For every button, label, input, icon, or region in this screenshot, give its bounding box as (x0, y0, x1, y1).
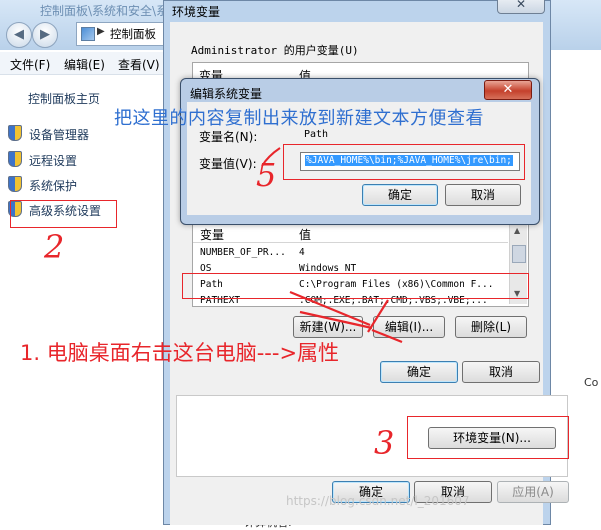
arrow-to-edit-icon (371, 328, 403, 344)
arrow-to-edit-icon (367, 299, 389, 333)
annotation-arrows (261, 147, 403, 344)
watermark: https://blog.csdn.net/l_201607 (286, 494, 470, 508)
arrow-to-edit-icon (289, 290, 371, 327)
arrow-mark-icon (261, 147, 281, 167)
arrow-to-edit-icon (299, 310, 373, 330)
